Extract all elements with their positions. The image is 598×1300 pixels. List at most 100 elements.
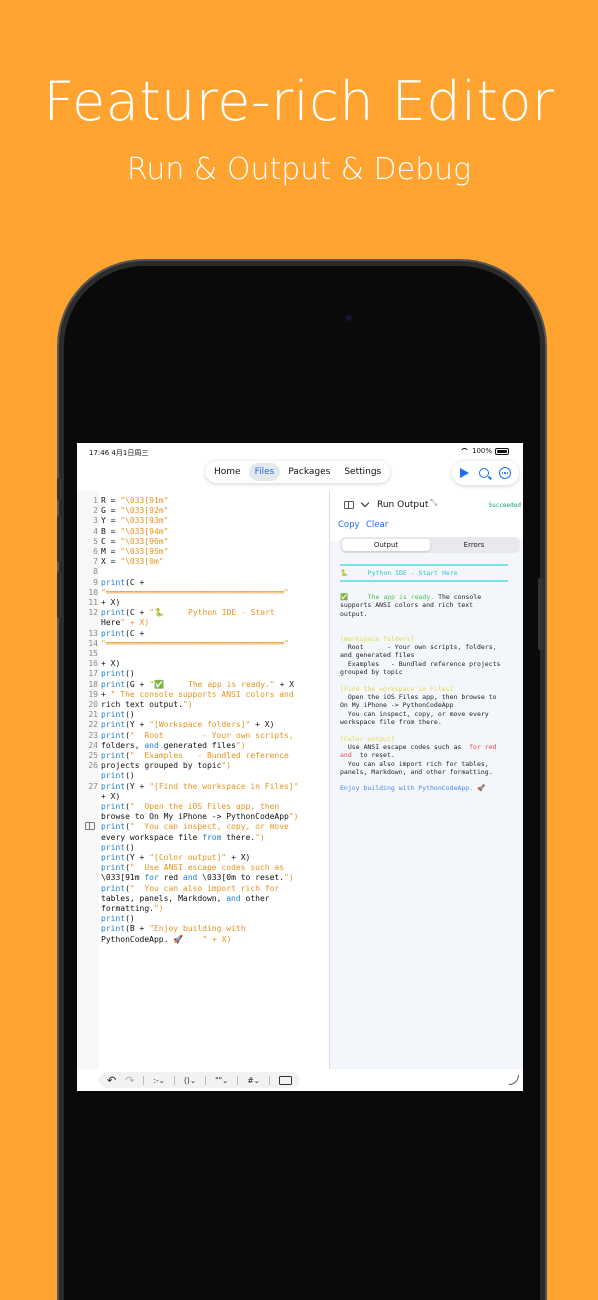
code-line[interactable]: 13 print(C + bbox=[77, 629, 328, 639]
code-line[interactable]: print() bbox=[77, 843, 328, 853]
code-line[interactable]: 7X = "\033[0m" bbox=[77, 557, 328, 567]
code-line[interactable]: 24 folders, and generated files") bbox=[77, 741, 328, 751]
code-line[interactable]: 17 print() bbox=[77, 669, 328, 679]
segment-output[interactable]: Output bbox=[342, 539, 430, 551]
code-line[interactable]: 27 print(Y + "[Find the workspace in File… bbox=[77, 782, 328, 792]
line-number: 27 bbox=[88, 781, 98, 791]
code-text: "═════════════════════════════════════" bbox=[101, 638, 289, 648]
tab-home[interactable]: Home bbox=[208, 463, 247, 481]
code-line[interactable]: print(" Open the iOS Files app, then bbox=[77, 802, 328, 812]
clear-button[interactable]: Clear bbox=[366, 520, 388, 530]
code-line[interactable]: 16 + X) bbox=[77, 659, 328, 669]
line-number: 10 bbox=[88, 587, 98, 597]
code-line[interactable]: 10 "═════════════════════════════════════… bbox=[77, 588, 328, 598]
code-line[interactable]: print(B + "Enjoy building with bbox=[77, 924, 328, 934]
code-line[interactable]: 18 print(G + "✅ The app is ready." + X bbox=[77, 680, 328, 690]
code-line[interactable]: 12 print(C + "🐍 Python IDE - Start bbox=[77, 608, 328, 618]
code-line[interactable]: PythonCodeApp. 🚀 " + X) bbox=[77, 935, 328, 945]
code-line[interactable]: 19 + " The console supports ANSI colors a… bbox=[77, 690, 328, 700]
editor-accessory-bar: ↶ ↷ :-⌄ ()⌄ ""⌄ #⌄ bbox=[77, 1069, 523, 1091]
code-line[interactable]: print(" Use ANSI escape codes such as bbox=[77, 863, 328, 873]
code-text: print(C + "🐍 Python IDE - Start bbox=[101, 608, 275, 618]
code-text: rich text output.") bbox=[101, 700, 193, 709]
code-line[interactable]: 9 print(C + bbox=[77, 578, 328, 588]
separator bbox=[237, 1075, 239, 1085]
code-line[interactable]: 8 bbox=[77, 567, 328, 577]
code-line[interactable]: 25 print(" Examples - Bundled reference bbox=[77, 751, 328, 761]
code-text: print(C + bbox=[101, 577, 145, 587]
code-line[interactable]: browse to On My iPhone -> PythonCodeApp"… bbox=[77, 812, 328, 822]
code-text: every workspace file from there.") bbox=[101, 832, 265, 842]
ellipsis-icon[interactable] bbox=[499, 467, 511, 479]
promo-subheadline: Run & Output & Debug bbox=[126, 152, 472, 187]
code-line[interactable]: 3Y = "\033[93m" bbox=[77, 516, 328, 526]
insert-quotes-button[interactable]: ""⌄ bbox=[215, 1076, 228, 1085]
undo-icon[interactable]: ↶ bbox=[107, 1074, 116, 1087]
code-line[interactable]: tables, panels, Markdown, and other bbox=[77, 894, 328, 904]
code-line[interactable]: print() bbox=[77, 914, 328, 924]
copy-button[interactable]: Copy bbox=[338, 520, 360, 530]
code-line[interactable]: 22 print(Y + "[Workspace folders]" + X) bbox=[77, 720, 328, 730]
segment-errors[interactable]: Errors bbox=[430, 539, 518, 551]
sidebar-toggle-icon[interactable] bbox=[85, 822, 95, 830]
resize-handle-icon[interactable] bbox=[509, 1075, 519, 1085]
insert-parens-button[interactable]: ()⌄ bbox=[184, 1076, 196, 1085]
sidebar-icon[interactable] bbox=[344, 501, 354, 509]
chevron-down-icon[interactable] bbox=[360, 498, 370, 508]
code-editor[interactable]: 1R = "\033[91m" 2 G = "\033[92m" 3 Y = "\033… bbox=[77, 491, 328, 1069]
front-camera bbox=[343, 312, 355, 324]
line-number: 16 bbox=[88, 659, 98, 669]
code-line[interactable]: 4B = "\033[94m" bbox=[77, 527, 328, 537]
code-line[interactable]: 1R = "\033[91m" bbox=[77, 496, 328, 506]
code-text: tables, panels, Markdown, and other bbox=[101, 893, 270, 903]
play-icon[interactable] bbox=[460, 468, 469, 478]
code-line[interactable]: print(Y + "[Color output]" + X) bbox=[77, 853, 328, 863]
line-number: 6 bbox=[93, 547, 98, 556]
code-text: + " The console supports ANSI colors and bbox=[101, 689, 294, 699]
code-line[interactable]: 11 + X) bbox=[77, 598, 328, 608]
code-line[interactable]: + X) bbox=[77, 792, 328, 802]
code-line[interactable]: 21 print() bbox=[77, 710, 328, 720]
code-line[interactable]: Here" + X) bbox=[77, 618, 328, 628]
code-line[interactable]: print(" You can inspect, copy, or move bbox=[77, 822, 328, 832]
code-text: R = "\033[91m" bbox=[101, 496, 169, 505]
code-line[interactable]: every workspace file from there.") bbox=[77, 833, 328, 843]
line-number: 4 bbox=[93, 526, 98, 536]
code-line[interactable]: 20 rich text output.") bbox=[77, 700, 328, 710]
tab-settings[interactable]: Settings bbox=[338, 463, 387, 481]
insert-colon-button[interactable]: :-⌄ bbox=[153, 1076, 165, 1085]
code-line[interactable]: formatting.") bbox=[77, 904, 328, 914]
code-line[interactable]: 6M = "\033[95m" bbox=[77, 547, 328, 557]
tab-files[interactable]: Files bbox=[248, 463, 281, 481]
code-line[interactable]: 5C = "\033[96m" bbox=[77, 537, 328, 547]
code-text: print() bbox=[101, 771, 135, 781]
code-text: X = "\033[0m" bbox=[101, 557, 164, 567]
magnifier-icon[interactable] bbox=[479, 468, 489, 478]
line-number: 5 bbox=[93, 536, 98, 546]
output-ready-green: ✅ The app is ready. bbox=[340, 593, 435, 601]
line-number: 17 bbox=[88, 669, 98, 679]
code-line[interactable]: \033[91m for red and \033[0m to reset.") bbox=[77, 873, 328, 883]
code-line[interactable]: 23 print(" Root - Your own scripts, bbox=[77, 731, 328, 741]
line-number: 26 bbox=[88, 761, 98, 771]
code-line[interactable]: print(" You can also import rich for bbox=[77, 884, 328, 894]
tab-packages[interactable]: Packages bbox=[282, 463, 336, 481]
line-number: 11 bbox=[88, 598, 98, 607]
code-line[interactable]: 15 bbox=[77, 649, 328, 659]
code-line[interactable]: print() bbox=[77, 771, 328, 781]
code-line[interactable]: 14 "═════════════════════════════════════… bbox=[77, 639, 328, 649]
line-number: 21 bbox=[88, 710, 98, 720]
line-number: 13 bbox=[88, 628, 98, 638]
output-color-line1: Use ANSI escape codes such as bbox=[340, 743, 470, 751]
keyboard-icon[interactable] bbox=[278, 1075, 292, 1085]
code-line[interactable]: 26 projects grouped by topic") bbox=[77, 761, 328, 771]
status-bar: 17:46 4月1日周三 100% bbox=[77, 443, 523, 461]
code-text: print(" You can also import rich for bbox=[101, 883, 280, 893]
expand-icon[interactable]: ⤡ bbox=[430, 498, 437, 508]
code-text: print(" Examples - Bundled reference bbox=[101, 751, 289, 760]
redo-icon[interactable]: ↷ bbox=[125, 1074, 134, 1087]
insert-hash-button[interactable]: #⌄ bbox=[247, 1076, 260, 1085]
code-text: print(" You can inspect, copy, or move bbox=[101, 822, 289, 832]
code-line[interactable]: 2G = "\033[92m" bbox=[77, 506, 328, 516]
code-text: "═════════════════════════════════════" bbox=[101, 587, 289, 597]
